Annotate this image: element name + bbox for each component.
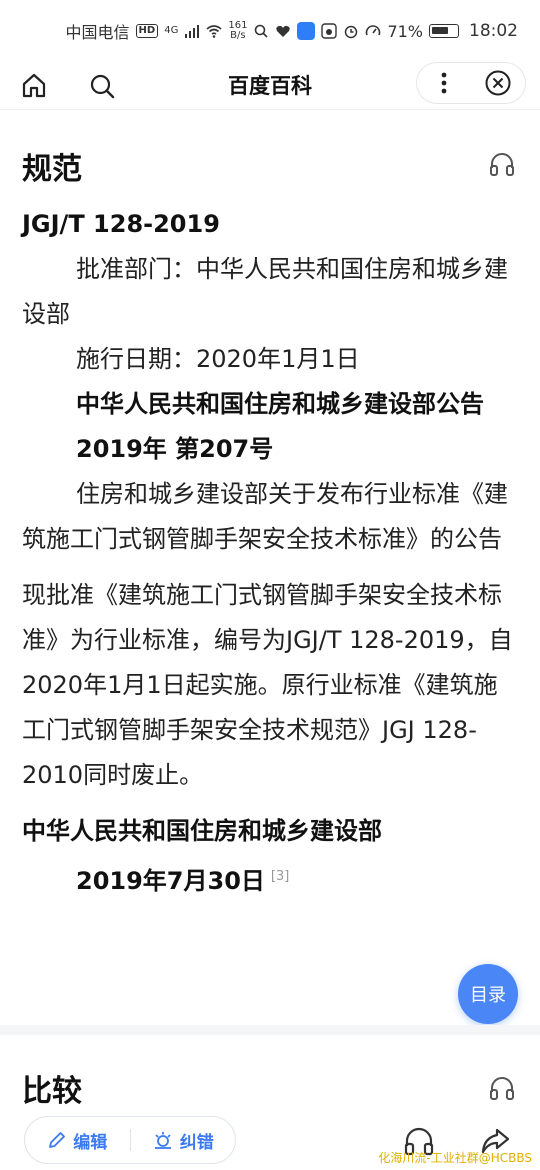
search-button[interactable] bbox=[84, 68, 120, 104]
listen-icon[interactable] bbox=[488, 150, 516, 178]
effective-date: 施行日期：2020年1月1日 bbox=[76, 345, 360, 373]
mini-program-capsule bbox=[416, 62, 526, 104]
nav-bar: 百度百科 bbox=[0, 62, 540, 110]
standard-code: JGJ/T 128-2019 bbox=[22, 210, 220, 238]
listen-icon-2[interactable] bbox=[488, 1074, 516, 1102]
correct-button[interactable]: 纠错 bbox=[131, 1128, 236, 1153]
alarm-icon bbox=[345, 25, 358, 39]
carrier-label: 中国电信 bbox=[65, 23, 130, 42]
notice-title: 中华人民共和国住房和城乡建设部公告 bbox=[76, 390, 484, 418]
battery-icon bbox=[429, 24, 459, 38]
battery-percent: 71% bbox=[387, 21, 423, 41]
notice-body: 现批准《建筑施工门式钢管脚手架安全技术标准》为行业标准，编号为JGJ/T 128… bbox=[22, 581, 513, 789]
net-speed-unit: B/s bbox=[230, 30, 246, 41]
section-divider bbox=[0, 1025, 540, 1035]
more-button[interactable] bbox=[417, 63, 471, 103]
approval-dept: 批准部门：中华人民共和国住房和城乡建设部 bbox=[22, 255, 508, 328]
wifi-icon bbox=[206, 25, 222, 38]
bottom-toolbar: 编辑 纠错 化海川流-工业社群@HCBBS bbox=[0, 1112, 540, 1170]
battery-fill bbox=[432, 27, 448, 34]
notice-subject: 住房和城乡建设部关于发布行业标准《建筑施工门式钢管脚手架安全技术标准》的公告 bbox=[22, 480, 508, 553]
signature: 中华人民共和国住房和城乡建设部 bbox=[22, 817, 382, 845]
home-icon bbox=[22, 73, 46, 98]
signal-icon bbox=[185, 25, 200, 38]
search-icon bbox=[90, 74, 115, 99]
reference-link[interactable]: [3] bbox=[271, 869, 289, 884]
edit-label: 编辑 bbox=[73, 1132, 108, 1153]
close-icon bbox=[485, 70, 511, 96]
correct-label: 纠错 bbox=[179, 1132, 214, 1153]
health-icon bbox=[276, 25, 291, 37]
section-header-bijiao: 比较 bbox=[0, 1036, 540, 1116]
section-title-2: 比较 bbox=[22, 1074, 82, 1109]
app-notification-icon bbox=[297, 22, 316, 40]
correct-icon bbox=[154, 1132, 171, 1149]
speedometer-icon bbox=[366, 25, 381, 36]
network-label: 4G bbox=[164, 25, 179, 36]
section-title: 规范 bbox=[22, 152, 82, 187]
close-button[interactable] bbox=[471, 63, 525, 103]
baidu-icon bbox=[321, 23, 338, 39]
watermark: 化海川流-工业社群@HCBBS bbox=[378, 1151, 532, 1165]
section-header-guifan: 规范 bbox=[0, 114, 540, 202]
more-dots-icon bbox=[441, 72, 447, 94]
edit-pill: 编辑 纠错 bbox=[24, 1116, 236, 1164]
status-bar: 中国电信 HD 4G 161 B/s 71% 18:02 bbox=[0, 0, 540, 62]
signature-date: 2019年7月30日 [3] bbox=[0, 854, 540, 904]
article-content: 规范 JGJ/T 128-2019 批准部门：中华人民共和国住房和城乡建设部 施… bbox=[0, 114, 540, 904]
pencil-icon bbox=[49, 1132, 66, 1148]
clock: 18:02 bbox=[469, 21, 518, 41]
signature-date-text: 2019年7月30日 bbox=[76, 867, 265, 895]
home-button[interactable] bbox=[16, 68, 52, 104]
edit-button[interactable]: 编辑 bbox=[25, 1128, 130, 1153]
notice-number: 2019年 第207号 bbox=[76, 435, 274, 463]
toc-button[interactable]: 目录 bbox=[458, 964, 518, 1024]
search-status-icon bbox=[255, 24, 269, 38]
net-speed: 161 B/s bbox=[228, 21, 247, 41]
hd-badge: HD bbox=[135, 24, 159, 38]
